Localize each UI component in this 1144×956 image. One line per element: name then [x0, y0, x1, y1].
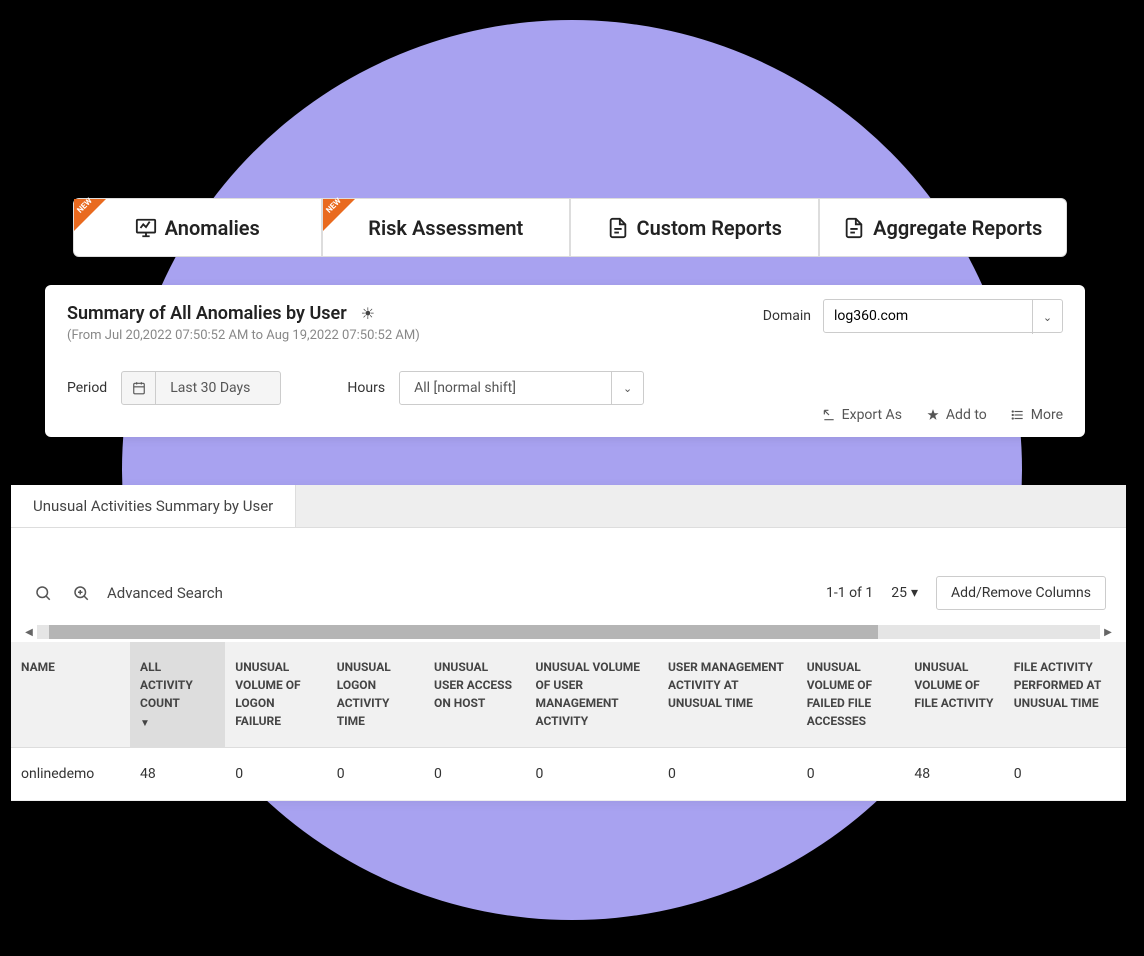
page-size-select[interactable]: 25 ▾ [891, 585, 918, 601]
cell: 0 [526, 748, 659, 801]
tab-label: Aggregate Reports [873, 216, 1042, 240]
caret-down-icon: ▾ [911, 585, 918, 601]
monitor-chart-icon [135, 217, 157, 239]
domain-label: Domain [763, 308, 811, 324]
horizontal-scrollbar[interactable]: ◀ ▶ [11, 622, 1126, 642]
cell-name: onlinedemo [11, 748, 130, 801]
action-row: Export As Add to More [822, 407, 1063, 423]
col-unusual-user-access[interactable]: UNUSUAL USER ACCESS ON HOST [424, 642, 525, 748]
scroll-left-arrow[interactable]: ◀ [21, 627, 37, 638]
export-icon [822, 408, 836, 422]
col-unusual-logon-failure[interactable]: UNUSUAL VOLUME OF LOGON FAILURE [225, 642, 326, 748]
main-tabs: NEW Anomalies NEW Risk Assessment Custom… [73, 198, 1067, 257]
data-table: NAME ALL ACTIVITY COUNT▼ UNUSUAL VOLUME … [11, 642, 1126, 801]
period-label: Period [67, 380, 107, 396]
more-label: More [1031, 407, 1063, 423]
col-file-activity-vol[interactable]: UNUSUAL VOLUME OF FILE ACTIVITY [904, 642, 1003, 748]
search-plus-icon[interactable] [69, 581, 93, 605]
pagination-info: 1-1 of 1 [826, 585, 873, 601]
page-title: Summary of All Anomalies by User [67, 303, 347, 324]
domain-filter: Domain log360.com ⌄ [763, 299, 1063, 333]
refresh-search-icon[interactable] [31, 581, 55, 605]
col-failed-file-access[interactable]: UNUSUAL VOLUME OF FAILED FILE ACCESSES [797, 642, 905, 748]
chevron-down-icon: ⌄ [1032, 300, 1062, 334]
tab-label: Risk Assessment [368, 216, 523, 240]
star-icon [926, 408, 940, 422]
sort-desc-icon: ▼ [140, 716, 215, 731]
tab-anomalies[interactable]: NEW Anomalies [73, 198, 322, 257]
hours-label: Hours [347, 380, 385, 396]
export-label: Export As [842, 407, 902, 423]
scroll-right-arrow[interactable]: ▶ [1100, 627, 1116, 638]
scroll-thumb[interactable] [49, 625, 878, 639]
hours-select[interactable]: All [normal shift] ⌄ [399, 371, 644, 405]
cell: 0 [225, 748, 326, 801]
panel-tab-active[interactable]: Unusual Activities Summary by User [11, 485, 296, 527]
tab-custom-reports[interactable]: Custom Reports [570, 198, 819, 257]
cell: 0 [424, 748, 525, 801]
more-button[interactable]: More [1011, 407, 1063, 423]
period-value: Last 30 Days [156, 380, 280, 396]
table-header-row: NAME ALL ACTIVITY COUNT▼ UNUSUAL VOLUME … [11, 642, 1126, 748]
addto-button[interactable]: Add to [926, 407, 987, 423]
cell: 0 [1004, 748, 1126, 801]
tab-risk-assessment[interactable]: NEW Risk Assessment [322, 198, 571, 257]
document-star-icon [843, 217, 865, 239]
hours-value: All [normal shift] [414, 380, 516, 396]
cell: 48 [904, 748, 1003, 801]
lightbulb-icon[interactable]: ☀ [361, 304, 375, 323]
scroll-track[interactable] [37, 625, 1100, 639]
filter-row: Period Last 30 Days Hours All [normal sh… [67, 371, 1063, 405]
addto-label: Add to [946, 407, 987, 423]
cell: 0 [327, 748, 424, 801]
col-name[interactable]: NAME [11, 642, 130, 748]
period-select[interactable]: Last 30 Days [121, 371, 281, 405]
summary-card: Summary of All Anomalies by User ☀ (From… [45, 285, 1085, 437]
table-toolbar: Advanced Search 1-1 of 1 25 ▾ Add/Remove… [11, 528, 1126, 622]
cell: 0 [797, 748, 905, 801]
domain-value: log360.com [834, 308, 908, 324]
table-row[interactable]: onlinedemo 48 0 0 0 0 0 0 48 0 [11, 748, 1126, 801]
col-unusual-user-mgmt-vol[interactable]: UNUSUAL VOLUME OF USER MANAGEMENT ACTIVI… [526, 642, 659, 748]
col-file-activity-time[interactable]: FILE ACTIVITY PERFORMED AT UNUSUAL TIME [1004, 642, 1126, 748]
tab-label: Custom Reports [637, 216, 782, 240]
add-remove-columns-button[interactable]: Add/Remove Columns [936, 576, 1106, 610]
tab-label: Anomalies [165, 216, 260, 240]
data-panel: Unusual Activities Summary by User Advan… [11, 485, 1126, 801]
export-button[interactable]: Export As [822, 407, 902, 423]
document-star-icon [607, 217, 629, 239]
list-icon [1011, 408, 1025, 422]
col-unusual-logon-time[interactable]: UNUSUAL LOGON ACTIVITY TIME [327, 642, 424, 748]
col-user-mgmt-unusual-time[interactable]: USER MANAGEMENT ACTIVITY AT UNUSUAL TIME [658, 642, 797, 748]
cell-count: 48 [130, 748, 225, 801]
chevron-down-icon: ⌄ [611, 372, 643, 404]
advanced-search-link[interactable]: Advanced Search [107, 584, 223, 602]
calendar-icon [122, 372, 156, 404]
cell: 0 [658, 748, 797, 801]
domain-select[interactable]: log360.com ⌄ [823, 299, 1063, 333]
panel-tabs: Unusual Activities Summary by User [11, 485, 1126, 528]
tab-aggregate-reports[interactable]: Aggregate Reports [819, 198, 1068, 257]
col-all-activity-count[interactable]: ALL ACTIVITY COUNT▼ [130, 642, 225, 748]
